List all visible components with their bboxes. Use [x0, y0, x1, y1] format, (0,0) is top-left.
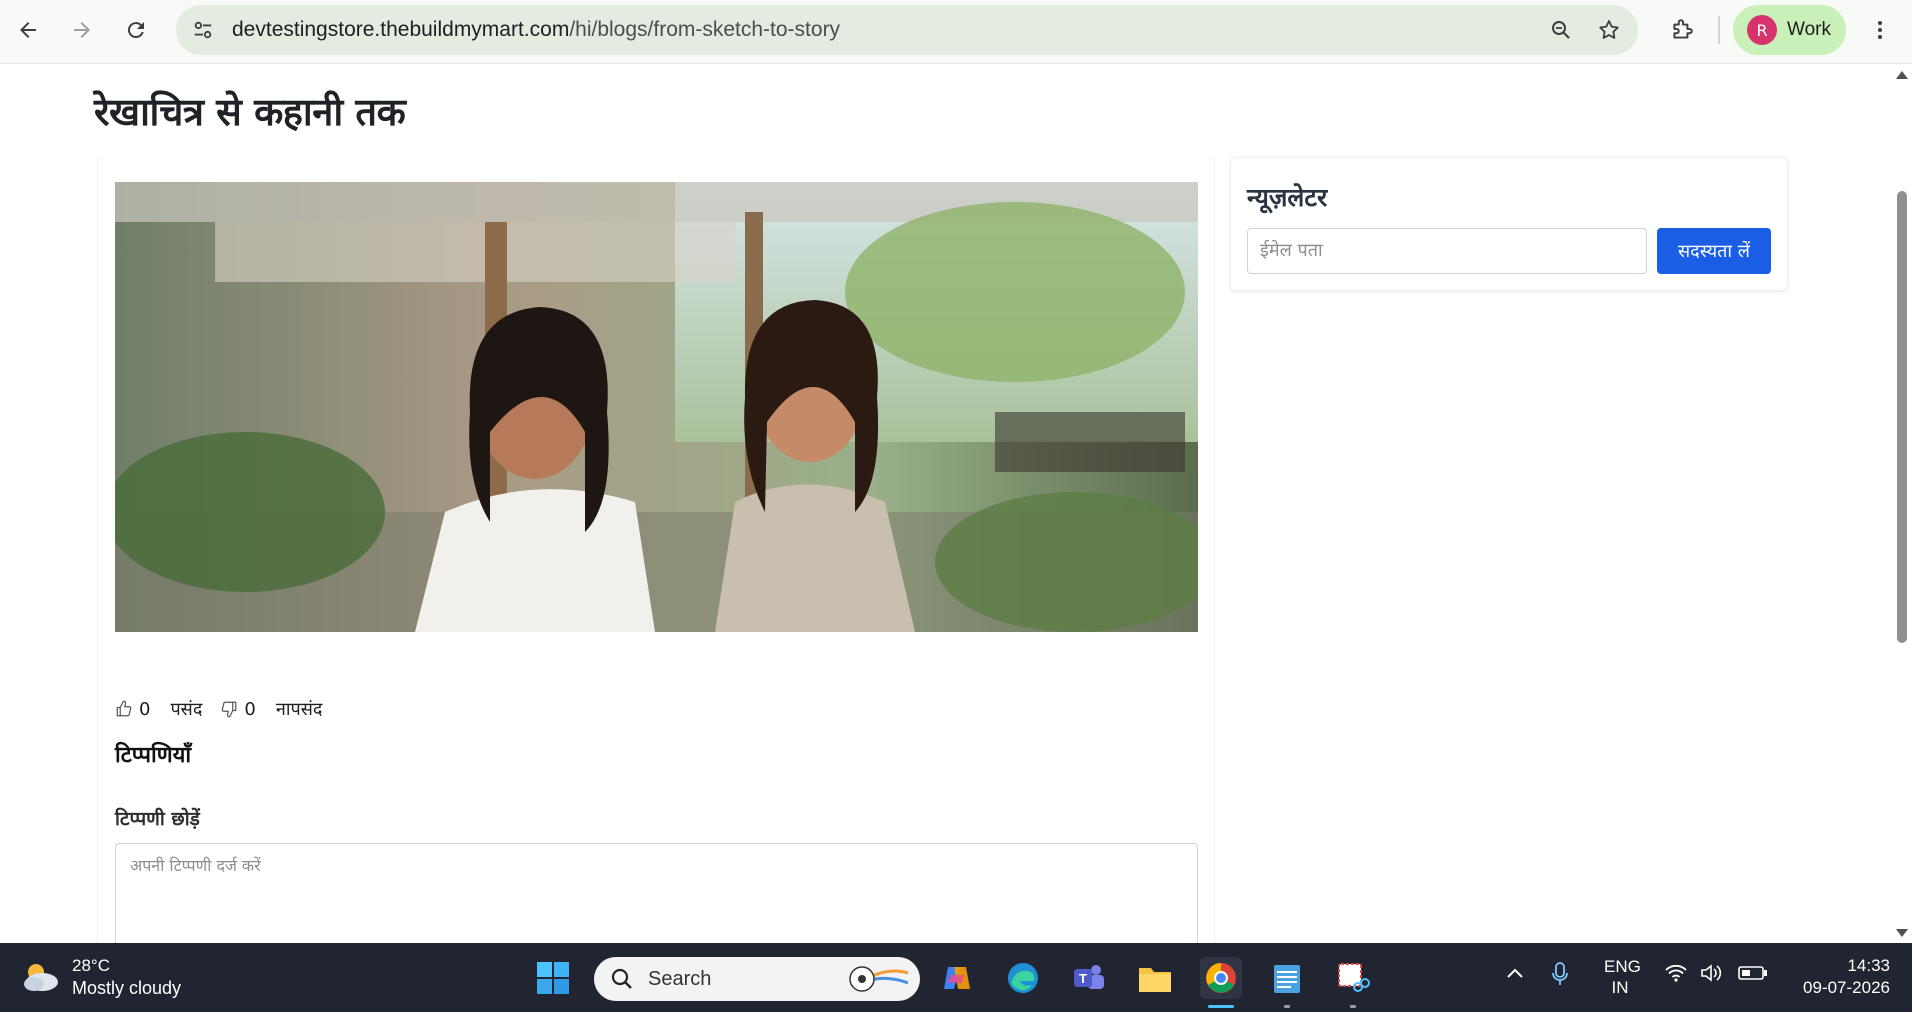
forward-button[interactable]: [64, 12, 100, 48]
email-input[interactable]: ईमेल पता: [1247, 228, 1647, 274]
scroll-up-arrow-icon[interactable]: [1896, 71, 1908, 79]
language-indicator[interactable]: ENG IN: [1604, 956, 1641, 998]
url-text[interactable]: devtestingstore.thebuildmymart.com/hi/bl…: [232, 5, 840, 55]
likes-count: 0: [139, 698, 151, 720]
comment-textarea[interactable]: अपनी टिप्पणी दर्ज करें: [115, 843, 1198, 943]
battery-icon[interactable]: [1738, 965, 1768, 986]
bookmark-star-icon[interactable]: [1594, 15, 1624, 45]
snipping-running-indicator: [1350, 1005, 1356, 1008]
leave-comment-label: टिप्पणी छोड़ें: [115, 808, 200, 830]
newsletter-title: न्यूज़लेटर: [1247, 183, 1328, 212]
scroll-down-arrow-icon[interactable]: [1896, 929, 1908, 937]
url-host: devtestingstore.thebuildmymart.com: [232, 18, 570, 41]
snipping-tool-icon: [1338, 963, 1370, 992]
comments-heading: टिप्पणियाँ: [115, 743, 192, 768]
weather-desc: Mostly cloudy: [72, 978, 182, 998]
chrome-app[interactable]: [1200, 957, 1242, 999]
clock-time: 14:33: [1847, 956, 1890, 975]
copilot-app[interactable]: [936, 957, 978, 999]
puzzle-icon: [1673, 19, 1693, 39]
edge-icon: [1008, 963, 1038, 993]
profile-label: Work: [1787, 19, 1831, 40]
subscribe-button[interactable]: सदस्यता लें: [1657, 228, 1771, 274]
chrome-active-indicator: [1208, 1005, 1234, 1008]
page-scrollbar[interactable]: [1892, 65, 1912, 943]
browser-toolbar: devtestingstore.thebuildmymart.com/hi/bl…: [0, 0, 1912, 64]
language-region: IN: [1611, 978, 1629, 997]
chrome-icon: [1206, 963, 1236, 993]
reload-icon: [127, 22, 144, 39]
edge-app[interactable]: [1002, 957, 1044, 999]
like-button[interactable]: 0 पसंद: [115, 697, 202, 721]
weather-widget[interactable]: 28°C Mostly cloudy: [20, 955, 181, 999]
clock-date: 09-07-2026: [1803, 978, 1890, 997]
search-icon: [611, 968, 632, 989]
notepad-icon: [1274, 965, 1300, 993]
tray-overflow-chevron-up-icon[interactable]: [1506, 965, 1524, 985]
likes-label: पसंद: [170, 699, 203, 720]
url-path: /hi/blogs/from-sketch-to-story: [569, 18, 841, 41]
reaction-bar: 0 पसंद 0 नापसंद: [115, 697, 322, 721]
arrow-left-icon: [20, 22, 36, 38]
notepad-app[interactable]: [1266, 957, 1308, 999]
folder-icon: [1139, 968, 1171, 992]
dislike-button[interactable]: 0 नापसंद: [220, 697, 322, 721]
file-explorer-app[interactable]: [1134, 957, 1176, 999]
start-button[interactable]: [532, 957, 574, 999]
notepad-running-indicator: [1284, 1005, 1290, 1008]
teams-icon: T: [1074, 965, 1104, 989]
weather-temp: 28°C: [72, 956, 110, 975]
blog-hero-image: [115, 182, 1198, 632]
back-button[interactable]: [10, 12, 46, 48]
search-label: Search: [648, 967, 712, 990]
dislikes-count: 0: [244, 698, 256, 720]
arrow-right-icon: [74, 22, 90, 38]
thumbs-up-icon: [116, 700, 132, 717]
extensions-button[interactable]: [1664, 12, 1700, 48]
microphone-icon[interactable]: [1552, 961, 1568, 992]
email-placeholder: ईमेल पता: [1260, 240, 1323, 261]
comment-placeholder: अपनी टिप्पणी दर्ज करें: [130, 856, 261, 875]
football-icon: [849, 966, 908, 992]
wifi-icon[interactable]: [1664, 963, 1688, 988]
snipping-tool-app[interactable]: [1332, 957, 1374, 999]
avatar: R: [1747, 15, 1777, 45]
teams-app[interactable]: T: [1068, 957, 1110, 999]
zoom-icon[interactable]: [1546, 15, 1576, 45]
toolbar-divider: [1718, 16, 1720, 44]
dislikes-label: नापसंद: [275, 699, 323, 720]
taskbar-search[interactable]: Search: [594, 957, 920, 1001]
kebab-menu-icon: [1878, 21, 1882, 39]
volume-icon[interactable]: [1700, 963, 1724, 988]
language-code: ENG: [1604, 957, 1641, 976]
address-bar[interactable]: devtestingstore.thebuildmymart.com/hi/bl…: [176, 5, 1638, 55]
thumbs-down-icon: [222, 701, 237, 718]
windows-logo-icon: [537, 962, 569, 994]
page-title: रेखाचित्र से कहानी तक: [94, 90, 406, 134]
reload-button[interactable]: [118, 12, 154, 48]
copilot-icon: [944, 967, 970, 989]
windows-taskbar: 28°C Mostly cloudy Search T ENG IN 14:33…: [0, 943, 1912, 1012]
cloudy-weather-icon: [24, 964, 58, 991]
web-page: रेखाचित्र से कहानी तक 0 पसंद 0 नापसंद टि…: [0, 65, 1892, 943]
browser-menu-button[interactable]: [1862, 12, 1898, 48]
svg-text:T: T: [1079, 971, 1087, 986]
profile-button[interactable]: R Work: [1733, 5, 1846, 55]
site-info-icon[interactable]: [188, 15, 218, 45]
newsletter-card: न्यूज़लेटर ईमेल पता सदस्यता लें: [1230, 157, 1788, 291]
scroll-thumb[interactable]: [1897, 191, 1907, 643]
system-clock[interactable]: 14:33 09-07-2026: [1790, 955, 1890, 999]
